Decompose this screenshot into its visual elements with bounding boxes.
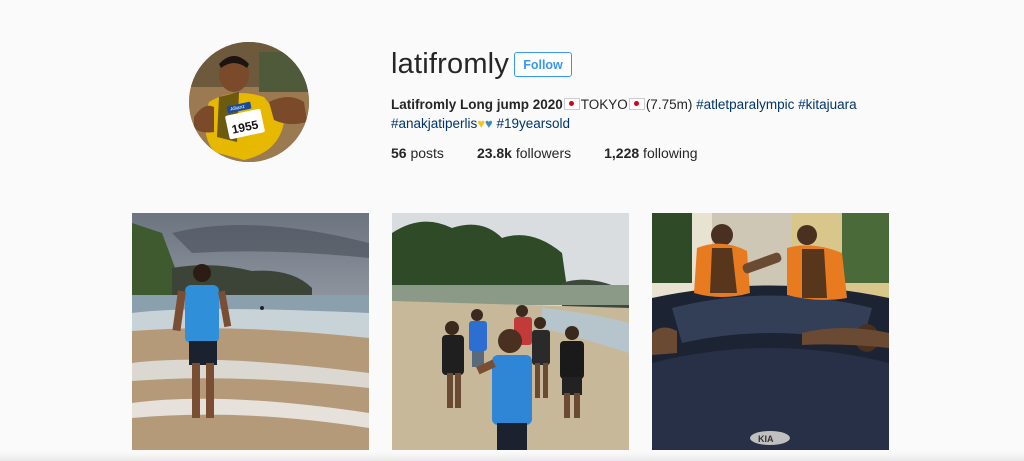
hashtag-link[interactable]: #anakjatiperlis	[391, 116, 477, 131]
post-thumbnail-3[interactable]: KIA	[652, 213, 889, 450]
bio-result: (7.75m)	[645, 97, 697, 112]
hashtag-link[interactable]: #kitajuara	[798, 97, 857, 112]
profile-username: latifromly	[391, 48, 510, 80]
avatar-image: Allianz 1955	[189, 42, 309, 162]
posts-label: posts	[406, 145, 444, 161]
japan-flag-icon	[628, 98, 645, 110]
profile-header: Allianz 1955 latifromly Follow Latifroml…	[0, 0, 1024, 200]
followers-label: followers	[511, 145, 572, 161]
group-selfie-photo-icon	[392, 213, 629, 450]
posts-count: 56	[391, 145, 407, 161]
car-hood-photo-icon: KIA	[652, 213, 889, 450]
bio-tokyo: TOKYO	[580, 97, 628, 112]
follow-button[interactable]: Follow	[514, 52, 572, 77]
following-stat[interactable]: 1,228 following	[604, 145, 697, 161]
yellow-heart-icon: ♥	[477, 116, 486, 131]
post-thumbnail-1[interactable]	[132, 213, 369, 450]
beach-walk-photo-icon	[132, 213, 369, 450]
followers-stat[interactable]: 23.8k followers	[477, 145, 571, 161]
profile-stats: 56 posts 23.8k followers 1,228 following	[391, 145, 731, 161]
following-count: 1,228	[604, 145, 640, 161]
posts-stat: 56 posts	[391, 145, 444, 161]
svg-text:KIA: KIA	[758, 434, 774, 444]
blue-heart-icon: ♥	[485, 116, 493, 131]
profile-avatar[interactable]: Allianz 1955	[189, 42, 309, 162]
bio-name: Latifromly	[391, 97, 457, 112]
profile-bio: Latifromly Long jump 2020 TOKYO (7.75m) #a…	[391, 95, 891, 133]
following-label: following	[639, 145, 698, 161]
hashtag-link[interactable]: #19yearsold	[497, 116, 571, 131]
bottom-edge	[0, 452, 1024, 461]
bio-line1-text: Long jump 2020	[456, 97, 563, 112]
post-thumbnail-2[interactable]	[392, 213, 629, 450]
followers-count: 23.8k	[476, 145, 512, 161]
japan-flag-icon	[563, 98, 580, 110]
hashtag-link[interactable]: #atletparalympic	[696, 97, 794, 112]
